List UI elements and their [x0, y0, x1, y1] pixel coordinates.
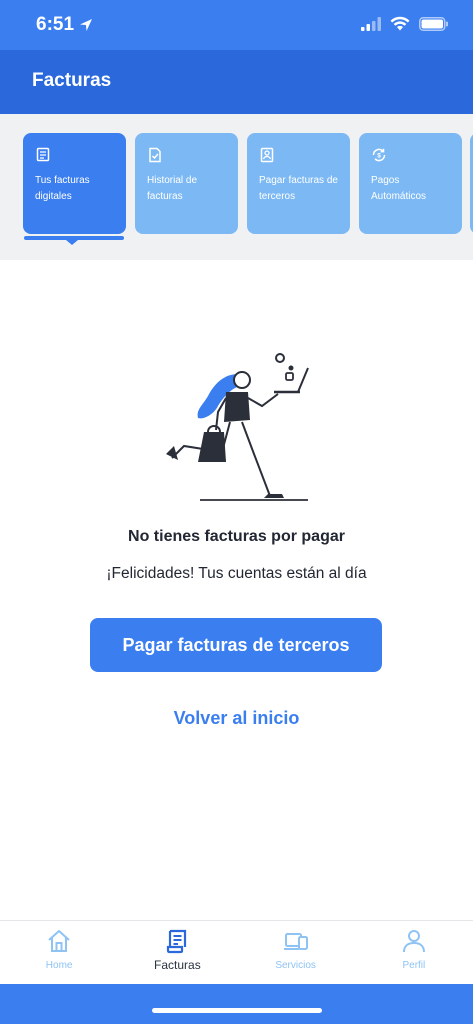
empty-state-subtitle: ¡Felicidades! Tus cuentas están al día — [106, 565, 367, 582]
nav-item-home[interactable]: Home — [0, 921, 118, 984]
app-header: Facturas — [0, 50, 473, 114]
tab-tus-facturas-digitales[interactable]: Tus facturas digitales — [23, 133, 126, 234]
wifi-icon — [390, 16, 410, 31]
bottom-navigation: Home Facturas Servicios Perfil — [0, 920, 473, 984]
nav-item-perfil[interactable]: Perfil — [355, 921, 473, 984]
tab-pagar-facturas-de-terceros[interactable]: Pagar facturas de terceros — [247, 133, 350, 234]
status-indicators — [361, 16, 449, 31]
tabs-strip[interactable]: Tus facturas digitales Historial de fact… — [0, 114, 473, 260]
invoice-icon — [167, 929, 187, 954]
cellular-signal-icon — [361, 16, 381, 31]
nav-item-servicios[interactable]: Servicios — [237, 921, 355, 984]
tab-pagos-automaticos[interactable]: $ Pagos Automáticos — [359, 133, 462, 234]
devices-icon — [283, 933, 308, 950]
location-arrow-icon — [80, 19, 93, 31]
nav-item-facturas[interactable]: Facturas — [118, 921, 236, 984]
battery-icon — [419, 16, 448, 31]
nav-label: Servicios — [275, 960, 316, 971]
nav-label: Facturas — [154, 958, 201, 972]
auto-payment-icon: $ — [372, 148, 386, 162]
user-icon — [402, 930, 425, 953]
tab-label: Pagar facturas de terceros — [259, 175, 338, 202]
home-icon — [48, 930, 70, 952]
running-woman-illustration — [166, 353, 309, 501]
receipt-icon — [36, 147, 50, 162]
empty-state-title: No tienes facturas por pagar — [128, 528, 345, 545]
tab-label: Historial de facturas — [147, 175, 198, 202]
document-check-icon — [149, 147, 161, 163]
nav-label: Perfil — [402, 960, 426, 971]
status-time-text: 6:51 — [36, 14, 75, 35]
pay-third-party-bills-button[interactable]: Pagar facturas de terceros — [90, 618, 382, 672]
status-time: 6:51 — [36, 14, 94, 36]
active-tab-pointer — [66, 240, 78, 245]
home-indicator[interactable] — [152, 1008, 322, 1013]
nav-label: Home — [45, 960, 73, 971]
svg-text:$: $ — [377, 153, 381, 160]
tab-label: Tus facturas digitales — [35, 175, 90, 202]
page-title: Facturas — [32, 70, 112, 91]
status-bar: 6:51 — [0, 0, 473, 50]
tab-historial-de-facturas[interactable]: Historial de facturas — [135, 133, 238, 234]
home-indicator-area — [0, 984, 473, 1024]
tab-label: Pagos Automáticos — [371, 175, 427, 202]
person-document-icon — [260, 147, 274, 163]
back-to-home-link[interactable]: Volver al inicio — [0, 708, 473, 729]
